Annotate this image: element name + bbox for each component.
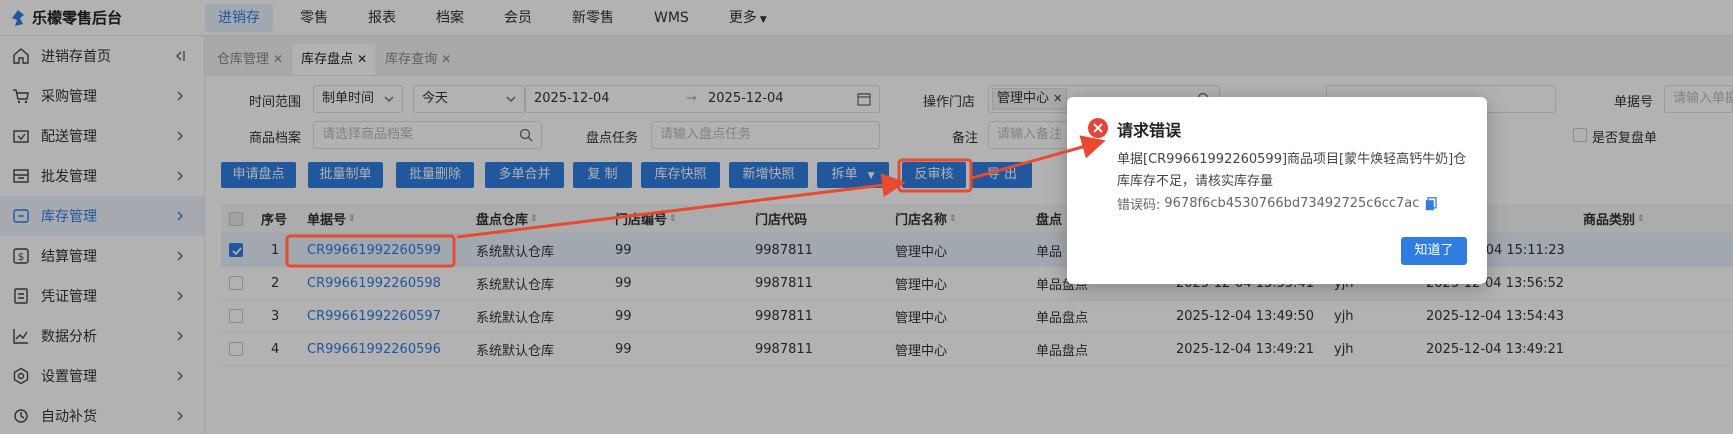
annotation-overlay	[285, 135, 1106, 268]
highlight-box-unaudit	[897, 158, 973, 193]
annotation-arrow-to-dialog	[971, 135, 1106, 180]
highlight-box-doc-no	[285, 234, 456, 268]
annotation-arrow-to-unaudit	[456, 173, 906, 239]
